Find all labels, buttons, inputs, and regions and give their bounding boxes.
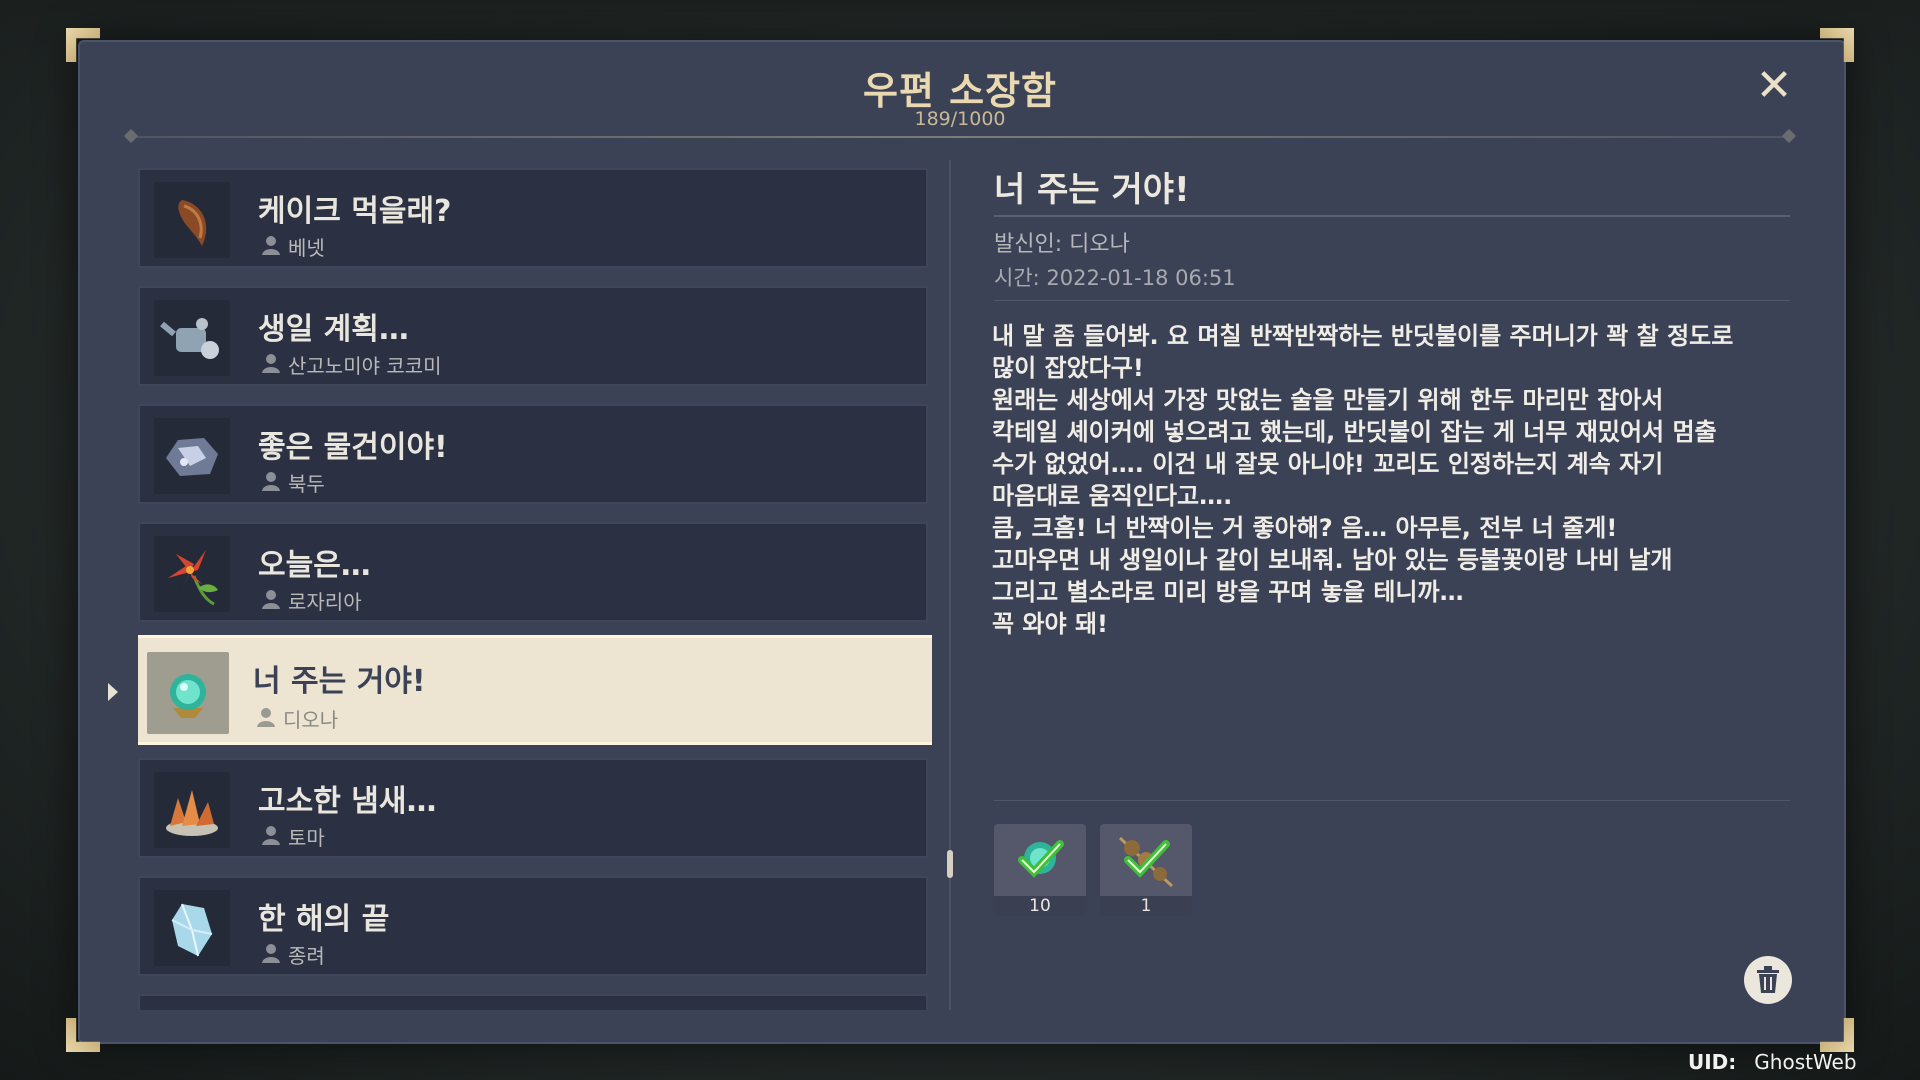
mail-subject: 생일 계획…	[258, 312, 409, 347]
mail-sender: 산고노미야 코코미	[288, 354, 442, 378]
glowing-orb-icon	[1018, 840, 1064, 878]
attachment-item[interactable]: 10	[994, 824, 1086, 916]
mail-subject: 한 해의 끝	[258, 902, 390, 937]
horn-icon	[154, 182, 230, 258]
person-icon	[262, 472, 280, 491]
ore-icon	[154, 418, 230, 494]
person-icon	[262, 826, 280, 845]
attachment-qty: 10	[994, 896, 1086, 916]
divider	[994, 300, 1790, 301]
mail-sender: 종려	[288, 944, 325, 968]
mail-subject: 오늘은…	[258, 548, 371, 583]
page-title: 우편 소장함	[862, 69, 1058, 113]
selection-arrow-icon	[108, 683, 118, 701]
list-item[interactable]: 한 해의 끝 종려	[138, 876, 928, 976]
scrollbar-track[interactable]	[949, 160, 951, 1010]
mail-sender-detail: 발신인: 디오나	[994, 232, 1130, 257]
mail-subject: 좋은 물건이야!	[258, 430, 448, 465]
title-divider	[130, 136, 1790, 138]
person-icon	[262, 944, 280, 963]
skewer-icon	[1118, 836, 1174, 888]
divider	[994, 215, 1790, 217]
list-item[interactable]: 고소한 냄새… 토마	[138, 758, 928, 858]
glowing-orb-icon	[147, 652, 229, 734]
list-item[interactable]: 오늘은… 로자리아	[138, 522, 928, 622]
person-icon	[262, 236, 280, 255]
food-dish-icon	[154, 772, 230, 848]
list-item[interactable]: 좋은 물건이야! 북두	[138, 404, 928, 504]
mail-sender: 디오나	[283, 708, 339, 732]
list-item[interactable]: 케이크 먹을래? 베넷	[138, 168, 928, 268]
mail-sender: 북두	[288, 472, 325, 496]
mail-sender: 로자리아	[288, 590, 362, 614]
mail-sender: 베넷	[288, 236, 325, 260]
mail-subject: 너 주는 거야!	[253, 664, 426, 699]
uid-value: GhostWeb	[1754, 1050, 1857, 1074]
mail-sender: 토마	[288, 826, 325, 850]
watering-can-icon	[154, 300, 230, 376]
mail-count: 189/1000	[914, 108, 1006, 130]
mail-body: 내 말 좀 들어봐. 요 며칠 반짝반짝하는 반딧불이를 주머니가 꽉 찰 정도…	[992, 322, 1734, 638]
crystal-icon	[154, 890, 230, 966]
person-icon	[257, 708, 275, 727]
list-item[interactable]	[138, 994, 928, 1010]
close-icon[interactable]: ✕	[1752, 64, 1796, 108]
attachment-qty: 1	[1100, 896, 1192, 916]
uid-label: UID: GhostWeb	[1688, 1050, 1857, 1074]
person-icon	[262, 354, 280, 373]
list-item-selected[interactable]: 너 주는 거야! 디오나	[138, 635, 932, 745]
mail-subject: 케이크 먹을래?	[258, 194, 452, 229]
person-icon	[262, 590, 280, 609]
uid-prefix: UID:	[1688, 1050, 1737, 1074]
mail-subject: 고소한 냄새…	[258, 784, 437, 819]
trash-icon[interactable]	[1744, 956, 1792, 1004]
scrollbar-thumb[interactable]	[947, 850, 953, 878]
mail-list[interactable]: 케이크 먹을래? 베넷 생일 계획… 산고노미야 코코미 좋은 물건이야! 북두…	[138, 160, 932, 1010]
flower-icon	[154, 536, 230, 612]
divider	[994, 800, 1790, 801]
list-item[interactable]: 생일 계획… 산고노미야 코코미	[138, 286, 928, 386]
mail-timestamp: 시간: 2022-01-18 06:51	[994, 266, 1236, 290]
attachment-item[interactable]: 1	[1100, 824, 1192, 916]
mail-title: 너 주는 거야!	[994, 170, 1190, 210]
